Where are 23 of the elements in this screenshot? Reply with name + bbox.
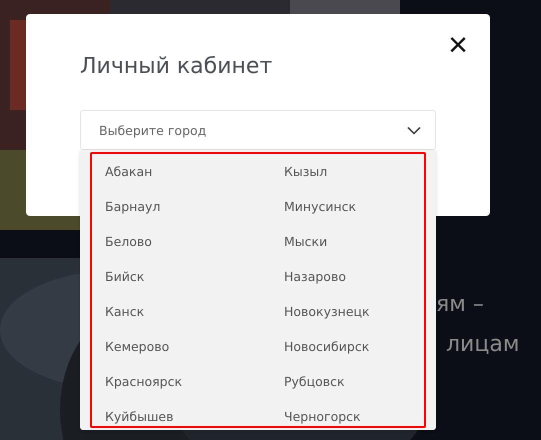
city-option[interactable]: Барнаул bbox=[104, 198, 160, 216]
modal-title: Личный кабинет bbox=[80, 53, 274, 81]
city-option[interactable]: Кемерово bbox=[104, 338, 170, 356]
city-select[interactable]: Выберите город bbox=[80, 110, 436, 150]
city-option[interactable]: Черногорск bbox=[284, 408, 361, 426]
city-option[interactable]: Абакан bbox=[104, 162, 152, 180]
city-option[interactable]: Кызыл bbox=[284, 162, 328, 180]
city-option[interactable]: Белово bbox=[104, 232, 152, 250]
city-option[interactable]: Новосибирск bbox=[284, 338, 370, 356]
city-option[interactable]: Минусинск bbox=[284, 198, 356, 216]
city-option[interactable]: Бийск bbox=[104, 268, 144, 286]
city-option[interactable]: Новокузнецк bbox=[284, 302, 370, 320]
city-option[interactable]: Назарово bbox=[284, 268, 346, 286]
city-option[interactable]: Мыски bbox=[284, 232, 328, 250]
city-option[interactable]: Рубцовск bbox=[284, 372, 345, 390]
close-button[interactable]: × bbox=[446, 30, 470, 60]
background-heading-text: лицам bbox=[446, 332, 520, 357]
city-option[interactable]: Канск bbox=[104, 302, 144, 320]
background-heading-text: ям – bbox=[436, 292, 484, 317]
select-placeholder: Выберите город bbox=[99, 122, 206, 138]
city-option[interactable]: Красноярск bbox=[104, 372, 182, 390]
chevron-icon bbox=[407, 126, 421, 134]
city-option[interactable]: Куйбышев bbox=[104, 408, 174, 426]
